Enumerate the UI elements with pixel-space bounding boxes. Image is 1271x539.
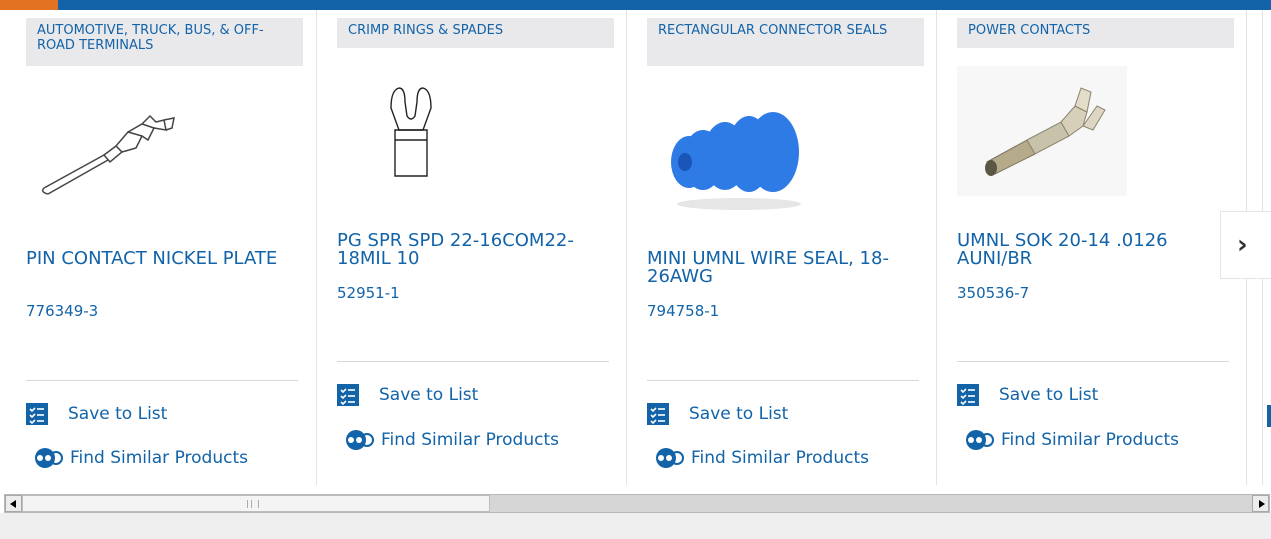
- checklist-icon: [957, 384, 979, 406]
- carousel-next-button[interactable]: ›: [1220, 211, 1271, 279]
- find-similar-label: Find Similar Products: [70, 448, 248, 468]
- find-similar-gears-icon: [647, 447, 685, 469]
- category-label[interactable]: AUTOMOTIVE, TRUCK, BUS, & OFF-ROAD TERMI…: [26, 18, 303, 66]
- product-title-link[interactable]: PIN CONTACT NICKEL PLATE: [26, 250, 296, 268]
- save-to-list-button[interactable]: Save to List: [647, 403, 788, 425]
- category-label[interactable]: POWER CONTACTS: [957, 18, 1234, 48]
- product-card: CRIMP RINGS & SPADES PG SPR SPD 22-16COM…: [321, 10, 627, 485]
- arrow-right-icon: [1259, 500, 1265, 508]
- save-to-list-label: Save to List: [689, 404, 789, 424]
- product-image[interactable]: [381, 82, 441, 182]
- save-to-list-label: Save to List: [379, 385, 479, 405]
- card-divider: [337, 361, 609, 362]
- part-number-link[interactable]: 52951-1: [337, 284, 400, 302]
- product-image[interactable]: [957, 66, 1127, 196]
- find-similar-label: Find Similar Products: [691, 448, 869, 468]
- checklist-icon: [337, 384, 359, 406]
- part-number-link[interactable]: 350536-7: [957, 284, 1029, 302]
- partial-save-icon: [1267, 405, 1271, 427]
- find-similar-label: Find Similar Products: [381, 430, 559, 450]
- find-similar-gears-icon: [337, 429, 375, 451]
- bottom-gray-area: [0, 513, 1271, 539]
- checklist-icon: [26, 403, 48, 425]
- find-similar-products-button[interactable]: Find Similar Products: [337, 429, 559, 451]
- find-similar-gears-icon: [957, 429, 995, 451]
- top-accent-bar: [0, 0, 1271, 10]
- product-card: POWER CONTACTS UMNL SOK 20-14 .0126 AUNI…: [941, 10, 1247, 485]
- socket-contact-image: [957, 66, 1127, 196]
- arrow-left-icon: [10, 500, 16, 508]
- product-title-link[interactable]: MINI UMNL WIRE SEAL, 18-26AWG: [647, 250, 917, 286]
- scrollbar-thumb[interactable]: [22, 495, 490, 512]
- save-to-list-button[interactable]: Save to List: [337, 384, 478, 406]
- blue-wire-seal-image: [671, 112, 801, 210]
- checklist-icon: [647, 403, 669, 425]
- part-number-link[interactable]: 776349-3: [26, 302, 98, 320]
- orange-accent-segment: [0, 0, 58, 10]
- find-similar-products-button[interactable]: Find Similar Products: [647, 447, 869, 469]
- product-title-link[interactable]: UMNL SOK 20-14 .0126 AUNI/BR: [957, 232, 1227, 268]
- part-number-link[interactable]: 794758-1: [647, 302, 719, 320]
- chevron-right-icon: ›: [1237, 230, 1248, 260]
- save-to-list-button[interactable]: Save to List: [26, 403, 167, 425]
- product-title-link[interactable]: PG SPR SPD 22-16COM22-18MIL 10: [337, 232, 607, 268]
- save-to-list-label: Save to List: [999, 385, 1099, 405]
- pin-contact-image: [24, 100, 194, 198]
- find-similar-products-button[interactable]: Find Similar Products: [957, 429, 1179, 451]
- card-divider: [957, 361, 1229, 362]
- scroll-left-arrow[interactable]: [5, 495, 22, 512]
- category-label[interactable]: RECTANGULAR CONNECTOR SEALS: [647, 18, 924, 66]
- find-similar-gears-icon: [26, 447, 64, 469]
- spade-terminal-image: [390, 87, 432, 177]
- product-card: RECTANGULAR CONNECTOR SEALS MINI UMNL WI…: [631, 10, 937, 485]
- save-to-list-label: Save to List: [68, 404, 168, 424]
- product-card: AUTOMOTIVE, TRUCK, BUS, & OFF-ROAD TERMI…: [10, 10, 317, 485]
- category-label[interactable]: CRIMP RINGS & SPADES: [337, 18, 614, 48]
- scroll-right-arrow[interactable]: [1252, 495, 1269, 512]
- find-similar-products-button[interactable]: Find Similar Products: [26, 447, 248, 469]
- card-divider: [26, 380, 298, 381]
- card-divider: [647, 380, 919, 381]
- horizontal-scrollbar[interactable]: [4, 494, 1270, 513]
- product-image[interactable]: [661, 92, 811, 216]
- grip-icon: [247, 500, 259, 508]
- find-similar-label: Find Similar Products: [1001, 430, 1179, 450]
- product-image[interactable]: [24, 100, 194, 198]
- save-to-list-button[interactable]: Save to List: [957, 384, 1098, 406]
